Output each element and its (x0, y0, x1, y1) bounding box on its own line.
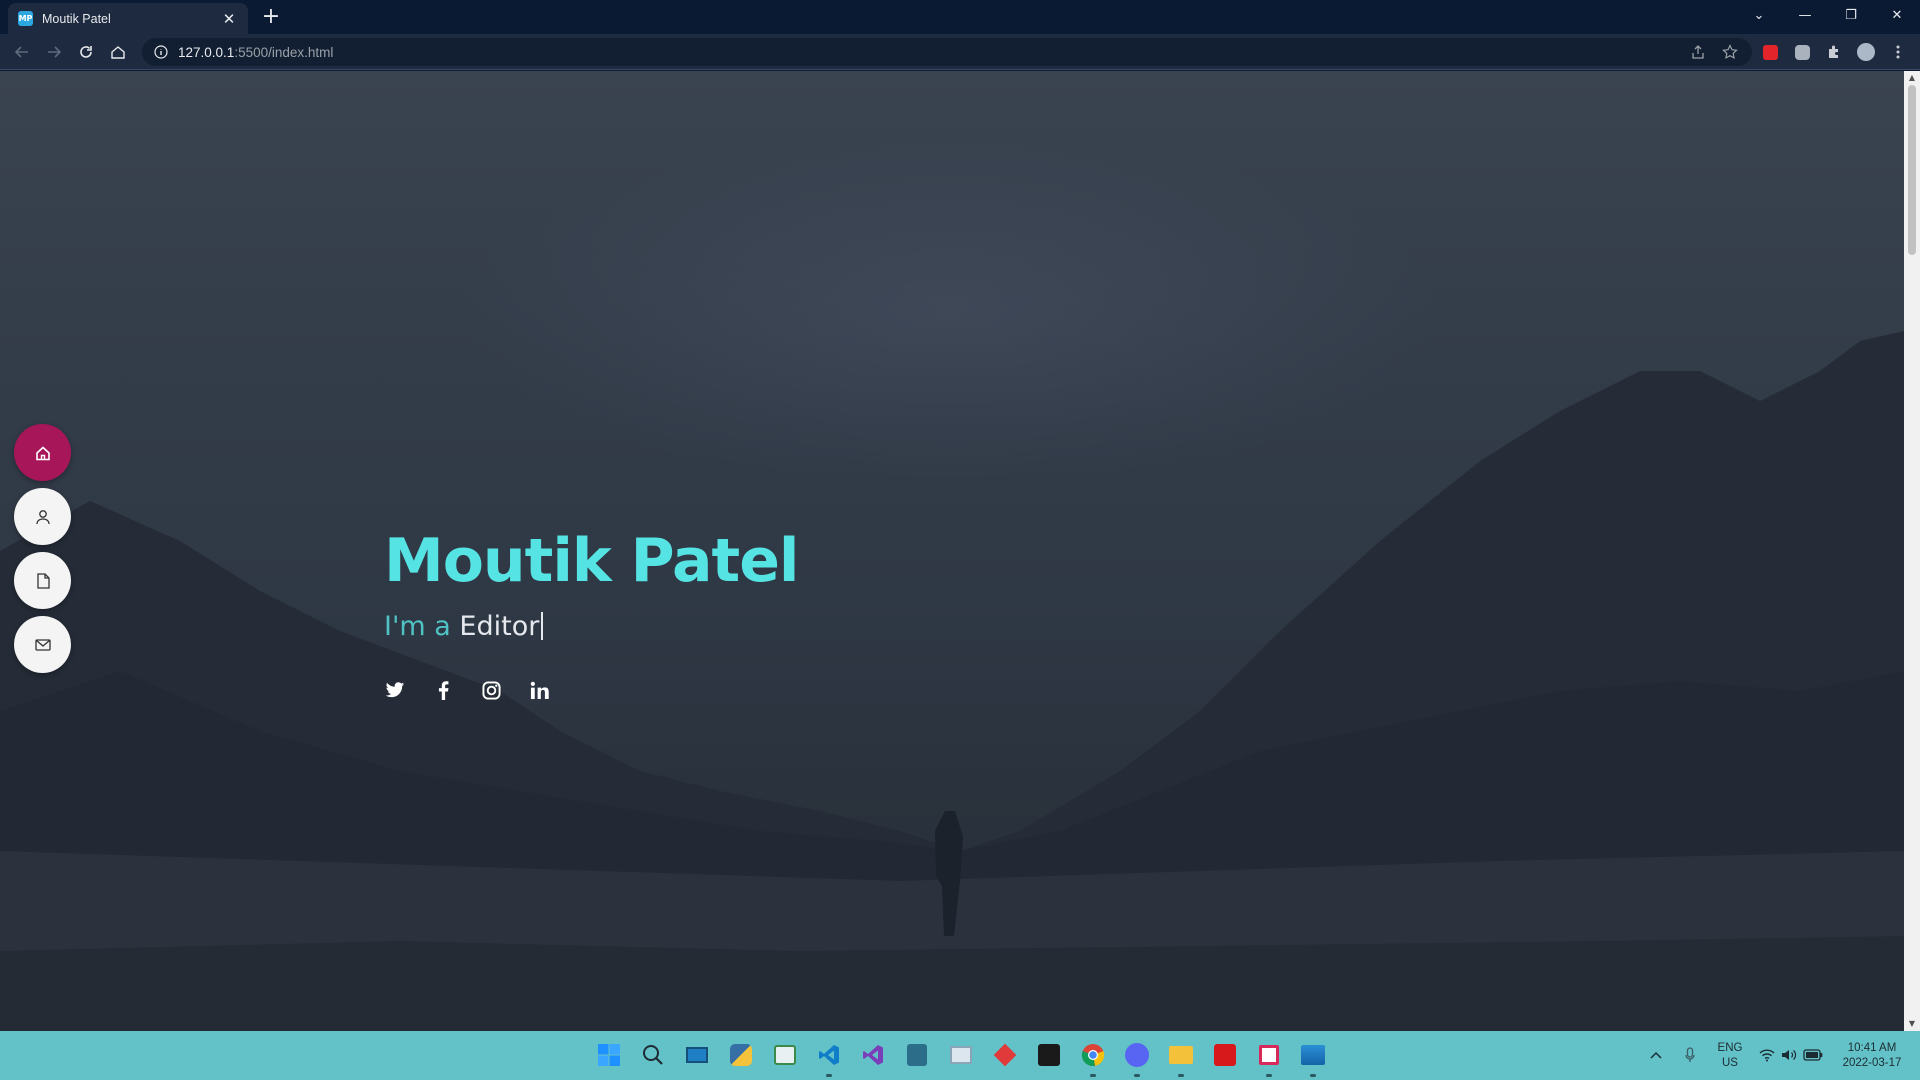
git-app-icon[interactable] (991, 1041, 1019, 1069)
monitor-app-icon[interactable] (947, 1041, 975, 1069)
forward-button[interactable] (42, 40, 66, 64)
document-icon (36, 572, 50, 589)
tab-title: Moutik Patel (42, 11, 111, 26)
twitter-icon (385, 681, 405, 697)
photos-icon[interactable] (1299, 1041, 1327, 1069)
scroll-thumb[interactable] (1908, 85, 1916, 255)
browser-tab[interactable]: MP Moutik Patel ✕ (8, 3, 248, 34)
typed-role: Editor (459, 611, 540, 642)
battery-icon[interactable] (1800, 1041, 1826, 1069)
info-icon[interactable] (154, 45, 168, 59)
menu-kebab-icon[interactable] (1888, 42, 1908, 62)
share-icon[interactable] (1688, 42, 1708, 62)
chrome-icon[interactable] (1079, 1041, 1107, 1069)
volume-icon[interactable] (1778, 1041, 1800, 1069)
close-window-button[interactable]: ✕ (1874, 0, 1920, 30)
home-icon (35, 445, 50, 460)
terminal-app-icon[interactable] (1035, 1041, 1063, 1069)
extensions-puzzle-icon[interactable] (1824, 42, 1844, 62)
extension-grey-icon[interactable] (1792, 42, 1812, 62)
hero-name-heading: Moutik Patel (384, 526, 799, 596)
language-code: ENG (1717, 1042, 1743, 1054)
facebook-link[interactable] (431, 678, 455, 702)
acrobat-icon[interactable] (1211, 1041, 1239, 1069)
nav-home-button[interactable] (14, 424, 71, 481)
facebook-icon (438, 680, 448, 700)
typing-cursor (541, 612, 544, 640)
wifi-icon[interactable] (1756, 1041, 1778, 1069)
scroll-down-arrow[interactable]: ▼ (1904, 1017, 1920, 1031)
files-app-icon[interactable] (903, 1041, 931, 1069)
profile-avatar[interactable] (1856, 42, 1876, 62)
snipping-tool-icon[interactable] (1255, 1041, 1283, 1069)
restore-button[interactable]: ❐ (1828, 0, 1874, 30)
mountain-background (0, 331, 1904, 1031)
address-bar[interactable]: 127.0.0.1:5500/index.html (142, 38, 1752, 66)
minimize-button[interactable]: — (1782, 0, 1828, 30)
language-indicator[interactable]: ENG US (1714, 1041, 1746, 1071)
hero-subtitle: I'm a Editor (384, 611, 544, 642)
desktop-icon[interactable] (683, 1041, 711, 1069)
bookmark-star-icon[interactable] (1720, 42, 1740, 62)
show-hidden-icons-chevron-icon[interactable] (1646, 1041, 1666, 1069)
user-icon (35, 509, 50, 524)
twitter-link[interactable] (383, 678, 407, 702)
file-explorer-icon[interactable] (1167, 1041, 1195, 1069)
favicon-icon: MP (18, 11, 33, 26)
windows-taskbar: ENG US 10:41 AM 2022-03-17 (0, 1031, 1920, 1080)
nav-resume-button[interactable] (14, 552, 71, 609)
discord-icon[interactable] (1123, 1041, 1151, 1069)
python-icon[interactable] (727, 1041, 755, 1069)
search-icon[interactable] (639, 1041, 667, 1069)
reload-button[interactable] (74, 40, 98, 64)
hero-section: Moutik Patel I'm a Editor (0, 71, 1904, 1031)
url-host: 127.0.0.1 (178, 44, 235, 60)
page-scrollbar[interactable]: ▲ ▼ (1904, 71, 1920, 1031)
url-path: :5500/index.html (234, 44, 334, 60)
media-app-icon[interactable] (771, 1041, 799, 1069)
url-text: 127.0.0.1:5500/index.html (178, 45, 333, 60)
discord-running-indicator (1134, 1074, 1140, 1077)
photos-running-indicator (1310, 1074, 1316, 1077)
extension-red-icon[interactable] (1760, 42, 1780, 62)
vscode-icon[interactable] (815, 1041, 843, 1069)
explorer-running-indicator (1178, 1074, 1184, 1077)
new-tab-button[interactable]: + (260, 6, 282, 28)
start-windows-icon[interactable] (595, 1041, 623, 1069)
clock[interactable]: 10:41 AM 2022-03-17 (1832, 1041, 1912, 1071)
nav-about-button[interactable] (14, 488, 71, 545)
close-tab-icon[interactable]: ✕ (220, 10, 238, 28)
chrome-running-indicator (1090, 1074, 1096, 1077)
microphone-icon[interactable] (1680, 1041, 1700, 1069)
tab-search-icon[interactable]: ⌄ (1736, 0, 1782, 30)
snip-running-indicator (1266, 1074, 1272, 1077)
home-button[interactable] (106, 40, 130, 64)
clock-time: 10:41 AM (1847, 1042, 1897, 1054)
nav-contact-button[interactable] (14, 616, 71, 673)
tab-strip: MP Moutik Patel ✕ + ⌄ — ❐ ✕ (0, 0, 1920, 34)
linkedin-link[interactable] (527, 678, 551, 702)
scroll-up-arrow[interactable]: ▲ (1904, 71, 1920, 85)
browser-toolbar: 127.0.0.1:5500/index.html (0, 34, 1920, 70)
visual-studio-icon[interactable] (859, 1041, 887, 1069)
region-code: US (1722, 1057, 1738, 1069)
instagram-icon (481, 680, 501, 700)
instagram-link[interactable] (479, 678, 503, 702)
subtitle-prefix: I'm a (384, 611, 451, 642)
back-button[interactable] (10, 40, 34, 64)
linkedin-icon (530, 681, 549, 699)
vscode-running-indicator (826, 1074, 832, 1077)
mail-icon (34, 638, 51, 651)
clock-date: 2022-03-17 (1842, 1057, 1902, 1069)
